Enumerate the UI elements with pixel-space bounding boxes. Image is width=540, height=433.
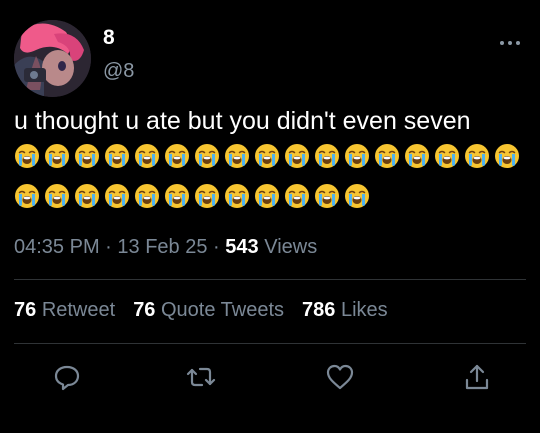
loudly-crying-face-emoji-icon [194,143,220,169]
emoji-row-1 [14,143,520,169]
loudly-crying-face-emoji-icon [314,183,340,209]
avatar[interactable] [14,20,91,97]
loudly-crying-face-emoji-icon [44,143,70,169]
loudly-crying-face-emoji-icon [254,183,280,209]
likes-label: Likes [340,299,388,321]
loudly-crying-face-emoji-icon [284,183,310,209]
views-label: Views [264,236,318,258]
loudly-crying-face-emoji-icon [104,143,130,169]
loudly-crying-face-emoji-icon [14,143,40,169]
tweet-date[interactable]: 13 Feb 25 [117,236,207,258]
retweets-count: 76 [14,299,37,321]
loudly-crying-face-emoji-icon [164,143,190,169]
loudly-crying-face-emoji-icon [434,143,460,169]
emoji-row-2 [14,183,370,209]
loudly-crying-face-emoji-icon [344,183,370,209]
reply-icon[interactable] [52,362,82,392]
tweet-time[interactable]: 04:35 PM [14,236,100,258]
loudly-crying-face-emoji-icon [104,183,130,209]
loudly-crying-face-emoji-icon [344,143,370,169]
retweets-stat[interactable]: 76 Retweet [14,299,115,321]
loudly-crying-face-emoji-icon [14,183,40,209]
loudly-crying-face-emoji-icon [164,183,190,209]
loudly-crying-face-emoji-icon [134,143,160,169]
divider [14,343,526,344]
loudly-crying-face-emoji-icon [404,143,430,169]
author-handle[interactable]: @8 [103,60,134,83]
tweet-meta: 04:35 PM · 13 Feb 25 · 543 Views [14,236,317,259]
tweet-text: u thought u ate but you didn't even seve… [14,107,471,135]
divider [14,279,526,280]
author-name[interactable]: 8 [103,26,115,50]
loudly-crying-face-emoji-icon [224,183,250,209]
loudly-crying-face-emoji-icon [374,143,400,169]
action-bar [0,362,540,394]
loudly-crying-face-emoji-icon [254,143,280,169]
retweet-icon[interactable] [186,362,216,392]
more-options-icon[interactable] [498,38,522,48]
retweets-label: Retweet [41,299,116,321]
loudly-crying-face-emoji-icon [74,143,100,169]
loudly-crying-face-emoji-icon [494,143,520,169]
meta-separator: · [105,236,112,258]
likes-stat[interactable]: 786 Likes [302,299,388,321]
quotes-count: 76 [133,299,156,321]
quotes-label: Quote Tweets [161,299,285,321]
loudly-crying-face-emoji-icon [74,183,100,209]
loudly-crying-face-emoji-icon [194,183,220,209]
views-count: 543 [225,236,259,258]
loudly-crying-face-emoji-icon [284,143,310,169]
share-icon[interactable] [462,362,492,392]
quotes-stat[interactable]: 76 Quote Tweets [133,299,284,321]
like-heart-icon[interactable] [325,362,355,392]
loudly-crying-face-emoji-icon [134,183,160,209]
meta-separator: · [213,236,220,258]
loudly-crying-face-emoji-icon [314,143,340,169]
tweet-stats: 76 Retweet 76 Quote Tweets 786 Likes [14,299,388,322]
loudly-crying-face-emoji-icon [44,183,70,209]
likes-count: 786 [302,299,336,321]
loudly-crying-face-emoji-icon [224,143,250,169]
loudly-crying-face-emoji-icon [464,143,490,169]
